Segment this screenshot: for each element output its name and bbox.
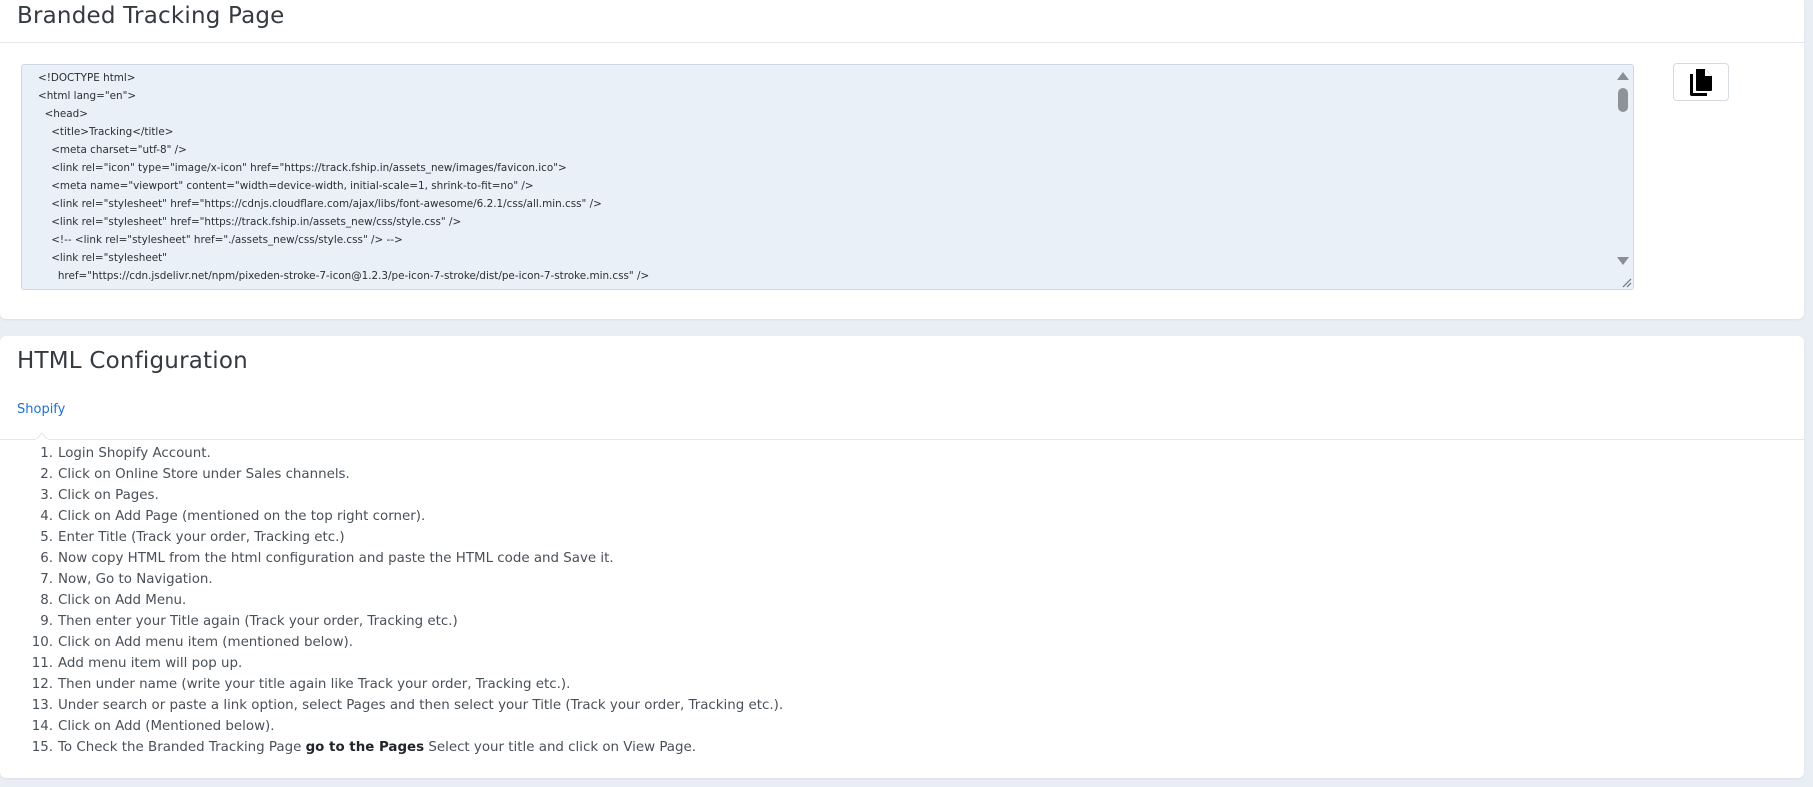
step-number: 5. — [40, 530, 53, 545]
step-text: Click on Add (Mentioned below). — [58, 719, 275, 734]
step-text-bold: go to the Pages — [305, 740, 425, 755]
card-divider — [0, 42, 1804, 43]
step-item: 6. Now copy HTML from the html configurat… — [28, 548, 783, 569]
branded-tracking-title: Branded Tracking Page — [17, 3, 285, 29]
step-item: 10. Click on Add menu item (mentioned bel… — [28, 632, 783, 653]
step-text: Now, Go to Navigation. — [58, 572, 213, 587]
step-number: 11. — [31, 656, 53, 671]
step-text: Then enter your Title again (Track your … — [58, 614, 458, 629]
step-number: 2. — [40, 467, 53, 482]
step-text: Click on Add Page (mentioned on the top … — [58, 509, 426, 524]
code-line: <link rel="icon" type="image/x-icon" hre… — [38, 162, 567, 174]
step-item: 11. Add menu item will pop up. — [28, 653, 783, 674]
code-line: <title>Tracking</title> — [38, 126, 174, 138]
html-configuration-title: HTML Configuration — [17, 348, 248, 374]
code-line: <head> — [38, 108, 88, 120]
tab-shopify[interactable]: Shopify — [17, 402, 65, 417]
step-text: Click on Online Store under Sales channe… — [58, 467, 350, 482]
step-item: 9. Then enter your Title again (Track you… — [28, 611, 783, 632]
code-line: <meta charset="utf-8" /> — [38, 144, 187, 156]
step-number: 7. — [40, 572, 53, 587]
step-text: Under search or paste a link option, sel… — [58, 698, 784, 713]
step-item: 2. Click on Online Store under Sales chan… — [28, 464, 783, 485]
step-number: 14. — [31, 719, 53, 734]
step-number: 6. — [40, 551, 53, 566]
code-line: <link rel="stylesheet" href="https://cdn… — [38, 285, 1611, 289]
step-item: 13. Under search or paste a link option, … — [28, 695, 783, 716]
step-item: 12. Then under name (write your title aga… — [28, 674, 783, 695]
step-text-after: Select your title and click on View Page… — [424, 740, 697, 755]
shopify-steps-list: 1. Login Shopify Account. 2. Click on Onlin… — [28, 443, 783, 758]
html-code-content[interactable]: <!DOCTYPE html> <html lang="en"> <head> <… — [38, 69, 1611, 289]
code-line: <link rel="stylesheet" href="https://cdn… — [38, 198, 602, 210]
step-item: 1. Login Shopify Account. — [28, 443, 783, 464]
step-text: Then under name (write your title again … — [58, 677, 571, 692]
tab-indicator-icon — [36, 433, 48, 440]
code-scrollbar[interactable] — [1615, 65, 1633, 289]
step-item: 5. Enter Title (Track your order, Trackin… — [28, 527, 783, 548]
step-text: Click on Add menu item (mentioned below)… — [58, 635, 354, 650]
step-item: 8. Click on Add Menu. — [28, 590, 783, 611]
step-number: 10. — [31, 635, 53, 650]
code-line: <html lang="en"> — [38, 90, 137, 102]
code-line: <!DOCTYPE html> — [38, 72, 136, 84]
step-number: 3. — [40, 488, 53, 503]
code-line: href="https://cdn.jsdelivr.net/npm/pixed… — [38, 270, 650, 282]
code-line: <link rel="stylesheet" href="https://tra… — [38, 216, 462, 228]
step-text: Enter Title (Track your order, Tracking … — [58, 530, 345, 545]
code-line: <!-- <link rel="stylesheet" href="./asse… — [38, 234, 403, 246]
tab-divider — [0, 439, 1804, 440]
step-number: 12. — [31, 677, 53, 692]
scroll-up-arrow-icon[interactable] — [1617, 72, 1629, 80]
step-text-before: To Check the Branded Tracking Page — [58, 740, 306, 755]
step-number: 15. — [31, 740, 53, 755]
step-text: Click on Pages. — [58, 488, 159, 503]
copy-code-button[interactable] — [1673, 63, 1729, 101]
step-number: 9. — [40, 614, 53, 629]
step-number: 4. — [40, 509, 53, 524]
step-number: 1. — [40, 446, 53, 461]
step-text: Click on Add Menu. — [58, 593, 187, 608]
step-item: 7. Now, Go to Navigation. — [28, 569, 783, 590]
step-text: Now copy HTML from the html configuratio… — [58, 551, 614, 566]
step-text: To Check the Branded Tracking Page go to… — [58, 737, 696, 758]
scroll-down-arrow-icon[interactable] — [1617, 257, 1629, 265]
scroll-thumb[interactable] — [1618, 88, 1628, 112]
step-item: 3. Click on Pages. — [28, 485, 783, 506]
step-item: 14. Click on Add (Mentioned below). — [28, 716, 783, 737]
copy-icon — [1690, 69, 1712, 96]
code-line: <link rel="stylesheet" — [38, 252, 167, 264]
resize-handle-icon[interactable] — [1620, 276, 1632, 288]
step-text: Login Shopify Account. — [58, 446, 211, 461]
step-number: 13. — [31, 698, 53, 713]
branded-tracking-card: Branded Tracking Page <!DOCTYPE html> <ht… — [0, 0, 1804, 319]
step-item: 15. To Check the Branded Tracking Page go… — [28, 737, 783, 758]
html-code-textarea[interactable]: <!DOCTYPE html> <html lang="en"> <head> <… — [21, 64, 1634, 290]
step-text: Add menu item will pop up. — [58, 656, 243, 671]
step-item: 4. Click on Add Page (mentioned on the to… — [28, 506, 783, 527]
step-number: 8. — [40, 593, 53, 608]
code-line: <meta name="viewport" content="width=dev… — [38, 180, 534, 192]
